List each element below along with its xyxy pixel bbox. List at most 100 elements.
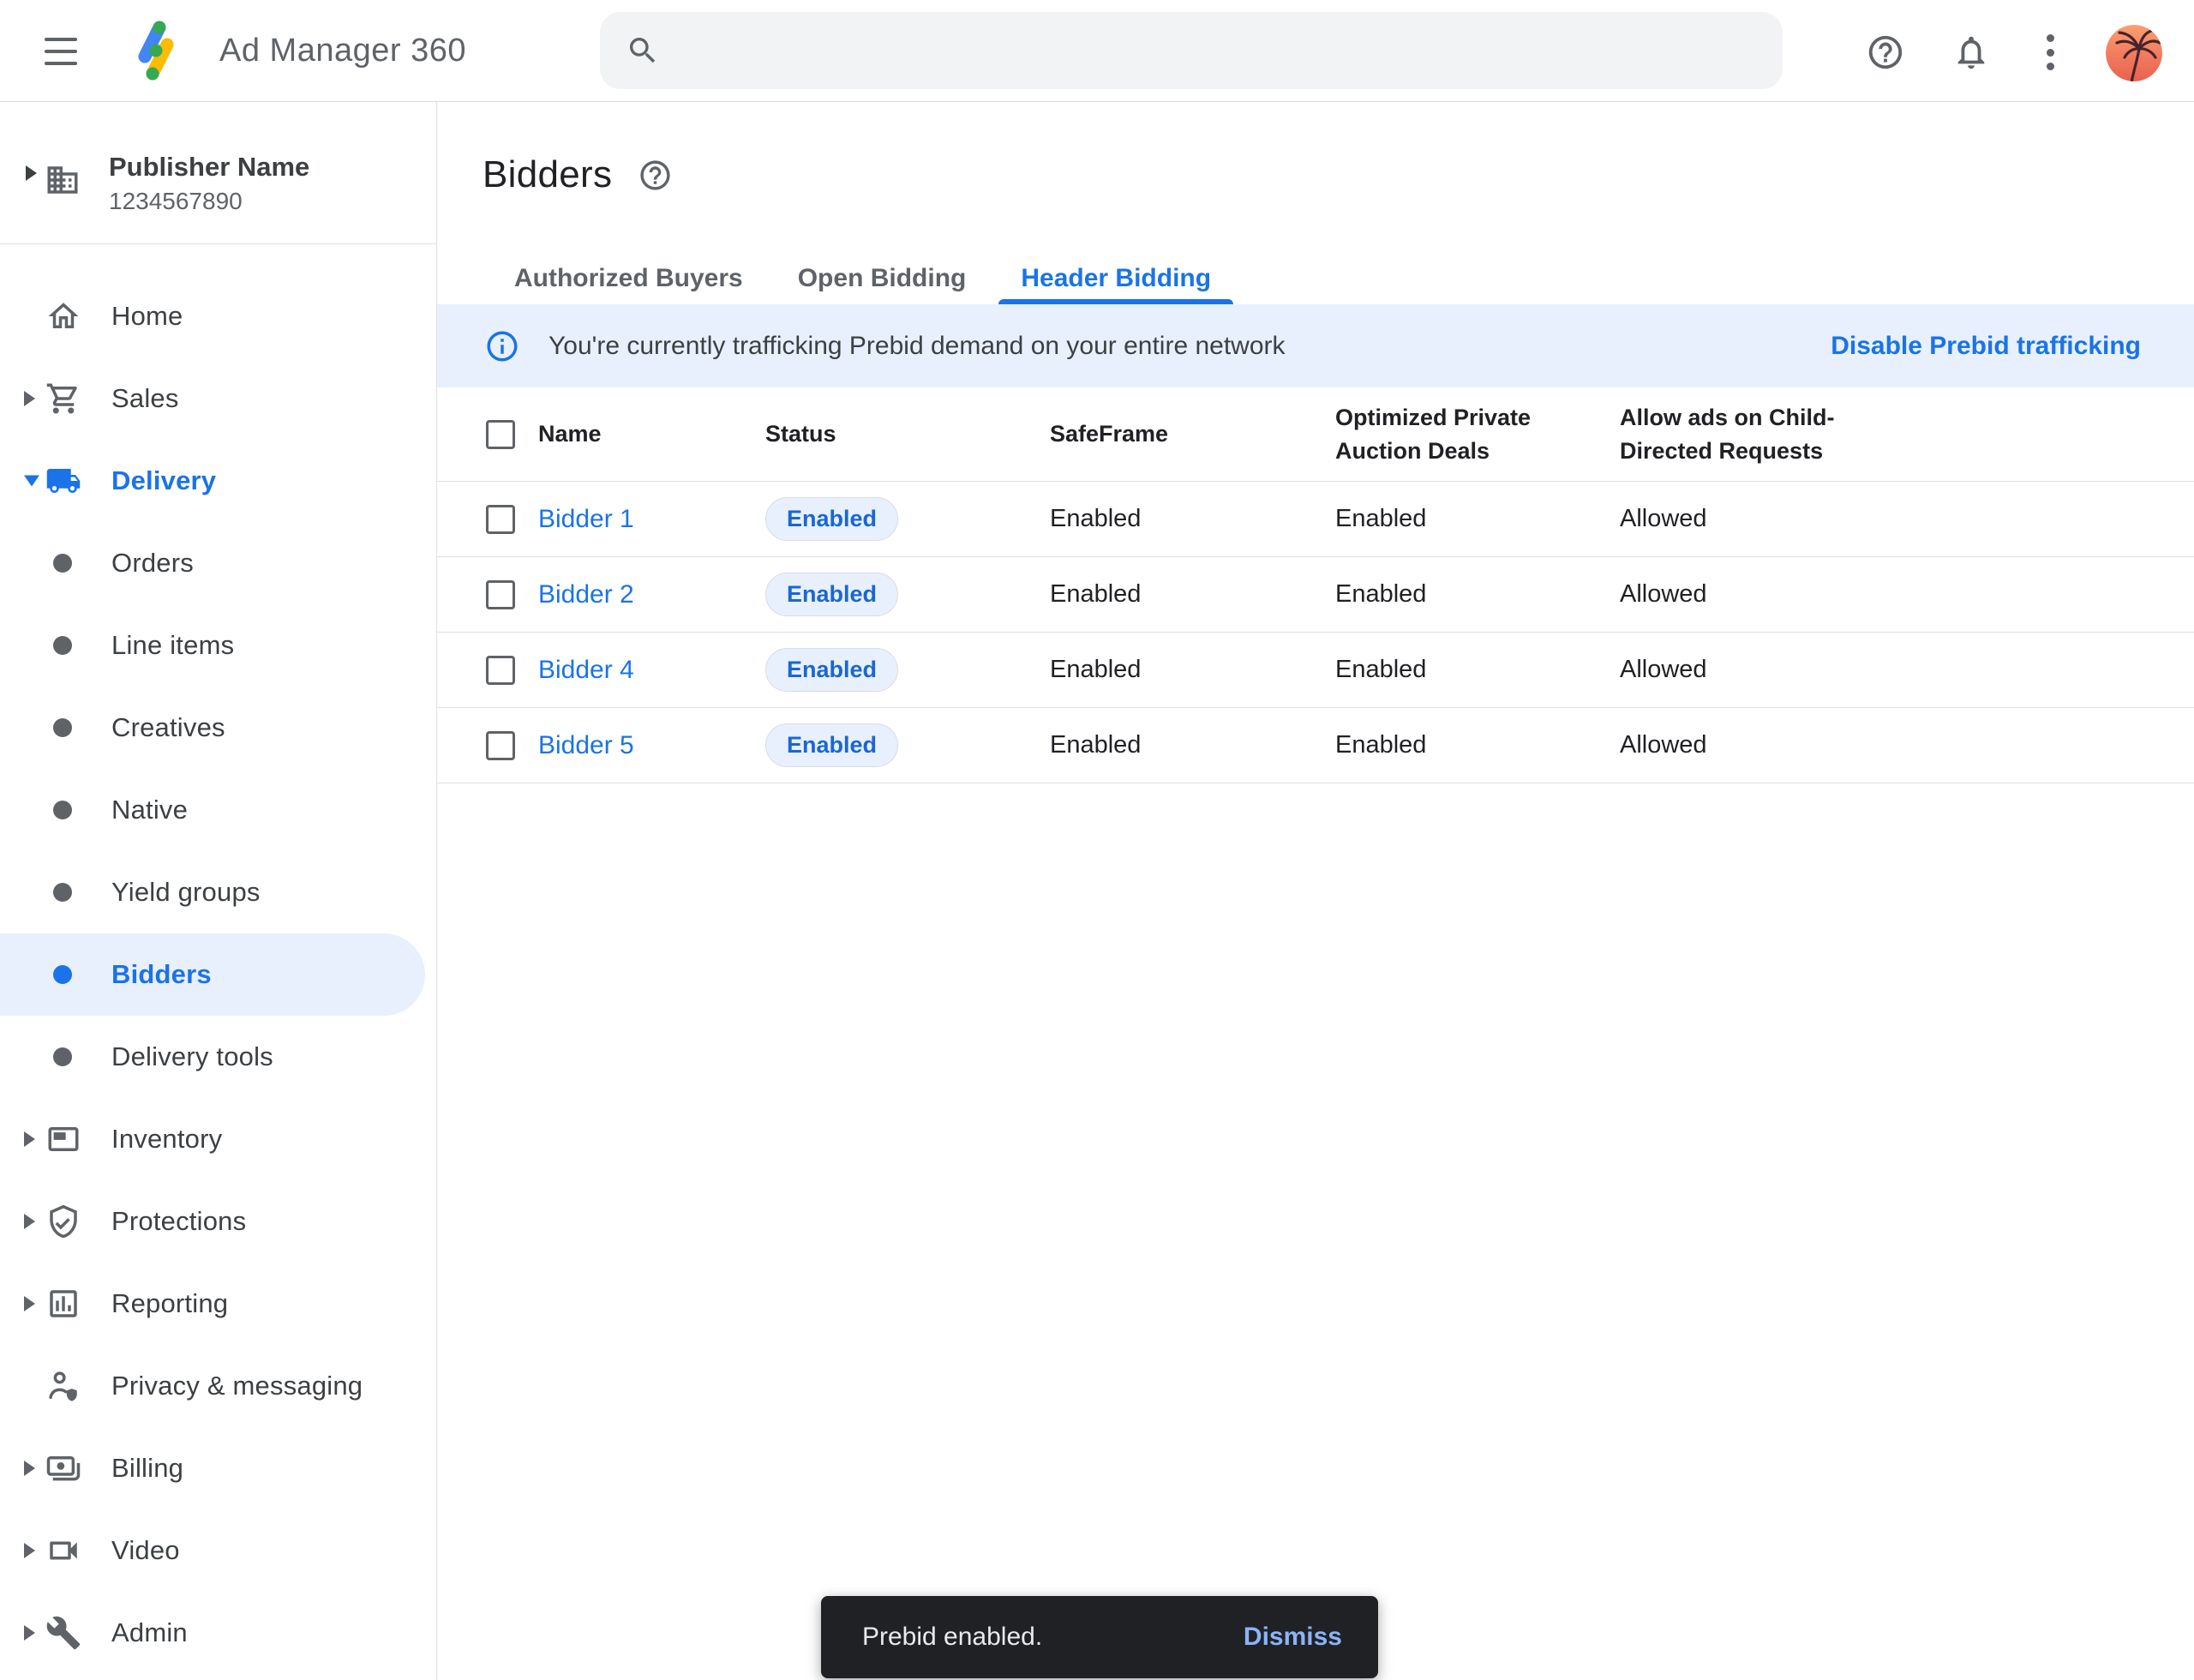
hamburger-menu-icon[interactable] — [45, 38, 77, 65]
search-bar[interactable] — [600, 12, 1783, 89]
banknote-icon — [45, 1450, 81, 1486]
sidebar-item-delivery[interactable]: Delivery — [0, 440, 436, 522]
tab-authorized-buyers[interactable]: Authorized Buyers — [492, 253, 765, 304]
bidder-link[interactable]: Bidder 4 — [538, 656, 634, 685]
search-input[interactable] — [680, 35, 1757, 67]
page-title: Bidders — [483, 153, 612, 196]
video-camera-icon — [45, 1533, 81, 1569]
bidder-link[interactable]: Bidder 2 — [538, 580, 634, 609]
row-checkbox[interactable] — [486, 505, 515, 534]
chevron-right-icon[interactable] — [24, 1461, 35, 1476]
chevron-right-icon — [26, 165, 37, 181]
notifications-bell-icon[interactable] — [1951, 33, 1991, 72]
publisher-id: 1234567890 — [109, 188, 243, 215]
sidebar-item-billing[interactable]: Billing — [0, 1427, 436, 1509]
page-help-icon[interactable] — [638, 158, 673, 193]
sidebar-item-bidders[interactable]: Bidders — [0, 933, 425, 1016]
chevron-down-icon[interactable] — [24, 476, 39, 487]
sidebar-item-inventory[interactable]: Inventory — [0, 1098, 436, 1180]
info-banner: You're currently trafficking Prebid dema… — [437, 304, 2194, 387]
publisher-name: Publisher Name — [109, 152, 309, 183]
column-header-safeframe: SafeFrame — [1050, 387, 1168, 481]
sidebar-item-label: Video — [111, 1535, 180, 1566]
status-badge: Enabled — [765, 723, 898, 767]
child-directed-value: Allowed — [1620, 708, 1860, 783]
sidebar-item-home[interactable]: Home — [0, 275, 436, 357]
sidebar-item-label: Sales — [111, 383, 179, 414]
product-title: Ad Manager 360 — [219, 0, 466, 101]
sidebar-item-label: Home — [111, 301, 183, 332]
sidebar-item-label: Inventory — [111, 1124, 222, 1155]
shield-icon — [45, 1203, 81, 1239]
row-checkbox[interactable] — [486, 656, 515, 685]
row-checkbox[interactable] — [486, 731, 515, 760]
safeframe-value: Enabled — [1050, 633, 1141, 707]
sidebar-item-label: Delivery — [111, 465, 216, 496]
sidebar-item-label: Creatives — [111, 712, 225, 743]
wrench-icon — [45, 1615, 81, 1651]
table-row: Bidder 1EnabledEnabledEnabledAllowed — [437, 482, 2194, 557]
bidder-link[interactable]: Bidder 5 — [538, 731, 634, 760]
status-badge: Enabled — [765, 648, 898, 692]
sidebar-item-orders[interactable]: Orders — [0, 522, 436, 604]
chevron-right-icon[interactable] — [24, 1625, 35, 1641]
safeframe-value: Enabled — [1050, 557, 1141, 632]
chevron-right-icon[interactable] — [24, 391, 35, 406]
sidebar-item-video[interactable]: Video — [0, 1509, 436, 1592]
safeframe-value: Enabled — [1050, 708, 1141, 783]
tab-open-bidding[interactable]: Open Bidding — [776, 253, 989, 304]
bidder-link[interactable]: Bidder 1 — [538, 505, 634, 534]
bullet-icon — [53, 883, 72, 902]
chevron-right-icon[interactable] — [24, 1214, 35, 1229]
sidebar-item-privacy-messaging[interactable]: Privacy & messaging — [0, 1345, 436, 1427]
tab-bar: Authorized BuyersOpen BiddingHeader Bidd… — [492, 253, 1244, 304]
sidebar-item-yield-groups[interactable]: Yield groups — [0, 851, 436, 933]
table-row: Bidder 2EnabledEnabledEnabledAllowed — [437, 557, 2194, 633]
sidebar-item-native[interactable]: Native — [0, 769, 436, 851]
table-row: Bidder 4EnabledEnabledEnabledAllowed — [437, 633, 2194, 708]
more-options-icon[interactable] — [2041, 34, 2059, 70]
chevron-right-icon[interactable] — [24, 1296, 35, 1311]
sidebar-item-creatives[interactable]: Creatives — [0, 687, 436, 769]
tab-header-bidding[interactable]: Header Bidding — [998, 253, 1233, 304]
disable-prebid-link[interactable]: Disable Prebid trafficking — [1831, 332, 2141, 361]
avatar[interactable] — [2106, 25, 2162, 81]
sidebar: Publisher Name 1234567890 Home Sales Deliv… — [0, 102, 437, 1680]
building-icon — [45, 162, 81, 198]
search-icon — [626, 33, 660, 68]
table-header-row: Name Status SafeFrame Optimized Private … — [437, 387, 2194, 482]
info-icon — [484, 328, 520, 364]
toast: Prebid enabled. Dismiss — [821, 1596, 1378, 1678]
chevron-right-icon[interactable] — [24, 1543, 35, 1558]
select-all-checkbox[interactable] — [486, 420, 515, 449]
sidebar-item-label: Delivery tools — [111, 1041, 273, 1072]
row-checkbox[interactable] — [486, 580, 515, 609]
sidebar-item-delivery-tools[interactable]: Delivery tools — [0, 1016, 436, 1098]
sidebar-item-reporting[interactable]: Reporting — [0, 1263, 436, 1345]
sidebar-item-label: Billing — [111, 1453, 183, 1484]
publisher-selector[interactable]: Publisher Name 1234567890 — [0, 102, 436, 244]
sidebar-item-label: Line items — [111, 630, 234, 661]
optimized-private-auction-deals-value: Enabled — [1335, 557, 1550, 632]
privacy-person-icon — [45, 1368, 81, 1404]
child-directed-value: Allowed — [1620, 482, 1860, 556]
help-icon[interactable] — [1866, 33, 1905, 72]
column-header-name: Name — [538, 387, 602, 481]
sidebar-item-line-items[interactable]: Line items — [0, 604, 436, 687]
column-header-optimized-private-auction-deals: Optimized Private Auction Deals — [1335, 387, 1550, 481]
column-header-status: Status — [765, 387, 836, 481]
home-icon — [45, 298, 81, 334]
sidebar-item-label: Yield groups — [111, 877, 261, 908]
chevron-right-icon[interactable] — [24, 1131, 35, 1147]
sidebar-item-admin[interactable]: Admin — [0, 1592, 436, 1674]
sidebar-item-protections[interactable]: Protections — [0, 1180, 436, 1263]
child-directed-value: Allowed — [1620, 557, 1860, 632]
safeframe-value: Enabled — [1050, 482, 1141, 556]
sidebar-item-sales[interactable]: Sales — [0, 357, 436, 440]
table-row: Bidder 5EnabledEnabledEnabledAllowed — [437, 708, 2194, 783]
ad-unit-icon — [45, 1121, 81, 1157]
column-header-child-directed: Allow ads on Child-Directed Requests — [1620, 387, 1860, 481]
bidders-table: Name Status SafeFrame Optimized Private … — [437, 387, 2194, 783]
bullet-icon — [53, 718, 72, 737]
dismiss-button[interactable]: Dismiss — [1244, 1623, 1342, 1652]
